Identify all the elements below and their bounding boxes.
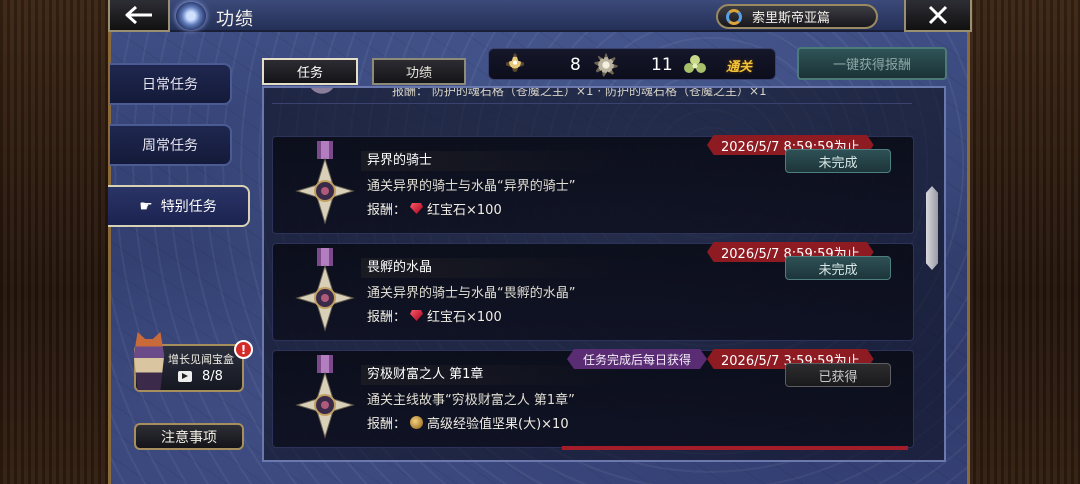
page-title: 功绩	[216, 9, 254, 30]
status-button[interactable]: 已获得	[785, 363, 891, 387]
next-row-edge	[562, 446, 908, 450]
achievement-emblem-icon	[176, 2, 206, 30]
status-button[interactable]: 未完成	[785, 149, 891, 173]
clover-icon	[684, 55, 706, 73]
tab-tasks[interactable]: 任务	[262, 58, 358, 85]
reward-text: 红宝石×100	[427, 310, 502, 325]
nav-weekly-label: 周常任务	[142, 138, 198, 154]
back-arrow-icon	[125, 5, 152, 25]
scrollbar-thumb[interactable]	[926, 186, 938, 270]
quest-description: 通关主线故事“穷极财富之人 第1章”	[367, 393, 575, 408]
status-button[interactable]: 未完成	[785, 256, 891, 280]
ruby-icon	[410, 203, 424, 214]
quest-reward: 报酬： 高级经验值坚果(大)×10	[367, 413, 569, 432]
partial-quest-row: 报酬： 防护的魂石格（苍魔之主）×1 · 防护的魂石格（苍魔之主）×1	[272, 88, 912, 104]
nav-special-tasks[interactable]: ☛ 特别任务	[108, 185, 250, 227]
quest-reward: 报酬： 红宝石×100	[367, 199, 502, 218]
claim-all-button[interactable]: 一键获得报酬	[797, 47, 947, 80]
quest-row: 畏孵的水晶 通关异界的骑士与水晶“畏孵的水晶” 报酬： 红宝石×100 2026…	[272, 242, 914, 341]
reward-text: 红宝石×100	[427, 203, 502, 218]
treasure-box-label: 增长见闻宝盒	[168, 353, 234, 366]
reward-label: 报酬：	[367, 417, 407, 432]
reward-label: 报酬：	[367, 310, 407, 325]
medal-icon	[295, 248, 355, 332]
quest-name: 异界的骑士	[361, 151, 621, 171]
video-icon	[178, 371, 192, 382]
nav-special-label: 特别任务	[160, 199, 217, 215]
quest-row: 异界的骑士 通关异界的骑士与水晶“异界的骑士” 报酬： 红宝石×100 2026…	[272, 135, 914, 234]
close-button[interactable]	[904, 0, 972, 32]
nav-daily-tasks[interactable]: 日常任务	[110, 63, 232, 105]
nav-weekly-tasks[interactable]: 周常任务	[110, 124, 232, 166]
region-label: 索里斯帝亚篇	[752, 11, 831, 26]
quest-reward: 报酬： 红宝石×100	[367, 306, 502, 325]
close-icon	[928, 5, 948, 25]
treasure-count-text: 8/8	[202, 369, 223, 384]
pointing-hand-icon: ☛	[139, 197, 153, 215]
nav-daily-label: 日常任务	[142, 77, 198, 93]
quest-row: 穷极财富之人 第1章 通关主线故事“穷极财富之人 第1章” 报酬： 高级经验值坚…	[272, 349, 914, 448]
quest-list: 报酬： 防护的魂石格（苍魔之主）×1 · 防护的魂石格（苍魔之主）×1 异界的骑…	[264, 88, 914, 460]
quest-description: 通关异界的骑士与水晶“畏孵的水晶”	[367, 286, 576, 301]
reward-text: 高级经验值坚果(大)×10	[427, 417, 569, 432]
exp-nut-icon	[410, 416, 424, 429]
quest-name: 畏孵的水晶	[361, 258, 621, 278]
medal-icon	[295, 141, 355, 225]
region-select-button[interactable]: 索里斯帝亚篇	[716, 4, 878, 29]
daily-note-badge: 任务完成后每日获得	[567, 349, 708, 369]
notice-button[interactable]: 注意事项	[134, 423, 244, 450]
treasure-box-count: 8/8	[178, 369, 223, 384]
refresh-icon	[726, 8, 742, 25]
ruby-icon	[410, 310, 424, 321]
tab-achievements[interactable]: 功绩	[372, 58, 466, 85]
reward-label: 报酬：	[367, 203, 407, 218]
quest-description: 通关异界的骑士与水晶“异界的骑士”	[367, 179, 576, 194]
back-button[interactable]	[108, 0, 170, 32]
medal-icon	[295, 355, 355, 439]
badge-count: 11	[651, 55, 673, 75]
medal-count: 8	[570, 55, 581, 75]
clear-tag: 通关	[726, 60, 753, 75]
alert-badge: !	[234, 340, 253, 359]
